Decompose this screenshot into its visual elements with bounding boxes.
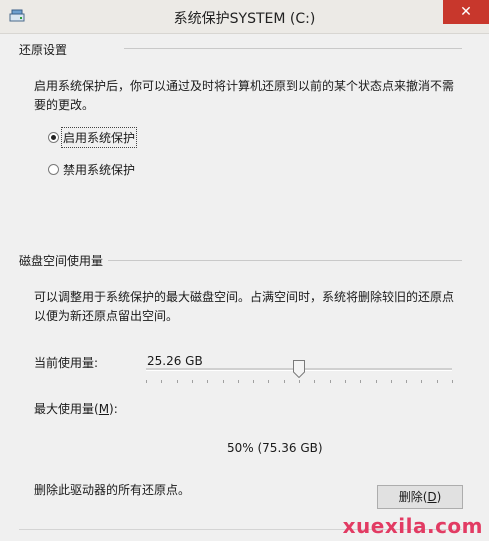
slider-tick — [146, 380, 147, 383]
max-usage-readout: 50% (75.36 GB) — [227, 441, 323, 455]
slider-tick — [375, 380, 377, 383]
slider-tick — [452, 380, 453, 383]
delete-button[interactable]: 删除(D) — [377, 485, 463, 509]
max-usage-label: 最大使用量(M): — [34, 400, 118, 417]
delete-all-points-text: 删除此驱动器的所有还原点。 — [34, 483, 191, 497]
slider-tick — [344, 380, 346, 383]
watermark: xuexila.com — [342, 514, 483, 538]
disk-usage-description: 可以调整用于系统保护的最大磁盘空间。占满空间时，系统将删除较旧的还原点以便为新还… — [34, 290, 455, 323]
slider-tick — [390, 380, 392, 383]
restore-settings-heading: 还原设置 — [19, 43, 68, 57]
current-usage-value: 25.26 GB — [147, 354, 203, 368]
slider-tick — [222, 380, 224, 383]
slider-tick — [176, 380, 178, 383]
dialog-content: 还原设置 启用系统保护后，你可以通过及时将计算机还原到以前的某个状态点来撤消不需… — [0, 34, 489, 541]
max-usage-label-suffix: ): — [109, 402, 118, 416]
slider-tick — [329, 380, 331, 383]
max-usage-slider[interactable] — [146, 360, 452, 378]
slider-tick — [253, 380, 255, 383]
slider-tick — [283, 380, 285, 383]
slider-tick — [161, 380, 163, 383]
current-usage-label: 当前使用量: — [34, 356, 99, 370]
max-usage-label-prefix: 最大使用量( — [34, 402, 99, 416]
title-bar: 系统保护SYSTEM (C:) ✕ — [0, 0, 489, 34]
slider-tick — [314, 380, 316, 383]
slider-thumb[interactable] — [293, 360, 305, 378]
restore-settings-description: 启用系统保护后，你可以通过及时将计算机还原到以前的某个状态点来撤消不需要的更改。 — [34, 79, 455, 112]
delete-button-suffix: ) — [436, 490, 442, 504]
radio-enable-indicator[interactable] — [48, 131, 59, 143]
slider-tick — [436, 380, 438, 383]
slider-tick — [191, 380, 193, 383]
radio-disable-protection[interactable]: 禁用系统保护 — [48, 160, 135, 178]
radio-disable-label[interactable]: 禁用系统保护 — [63, 161, 135, 178]
delete-button-prefix: 删除( — [398, 490, 428, 504]
disk-usage-heading: 磁盘空间使用量 — [19, 254, 104, 268]
radio-enable-label[interactable]: 启用系统保护 — [60, 126, 138, 148]
window-title: 系统保护SYSTEM (C:) — [173, 11, 316, 27]
radio-disable-indicator[interactable] — [48, 163, 59, 175]
slider-tick — [268, 380, 270, 383]
slider-tick — [299, 380, 300, 383]
slider-tick — [360, 380, 362, 383]
slider-ticks — [146, 380, 453, 384]
delete-button-key: D — [427, 490, 437, 504]
slider-tick — [207, 380, 209, 383]
max-usage-label-key: M — [98, 402, 110, 416]
slider-tick — [237, 380, 239, 383]
slider-tick — [406, 380, 408, 383]
close-button[interactable]: ✕ — [443, 0, 489, 24]
disk-usage-divider — [108, 260, 462, 261]
close-icon: ✕ — [460, 4, 472, 20]
restore-settings-divider — [124, 48, 462, 49]
slider-tick — [421, 380, 423, 383]
radio-enable-protection[interactable]: 启用系统保护 — [48, 126, 138, 148]
